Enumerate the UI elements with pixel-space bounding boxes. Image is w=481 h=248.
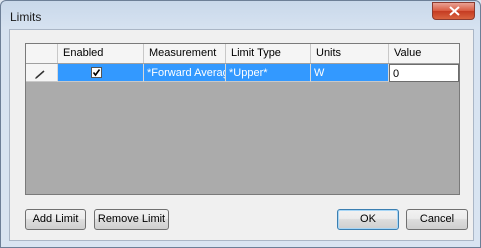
column-header-value[interactable]: Value xyxy=(389,44,459,63)
units-cell[interactable]: W xyxy=(311,64,389,82)
limits-grid[interactable]: Enabled Measurement Limit Type Units Val… xyxy=(25,43,460,195)
grid-header: Enabled Measurement Limit Type Units Val… xyxy=(26,44,459,64)
column-header-measurement[interactable]: Measurement xyxy=(144,44,226,63)
limit-type-cell[interactable]: *Upper* xyxy=(226,64,311,82)
cancel-button[interactable]: Cancel xyxy=(406,209,468,230)
close-icon xyxy=(449,6,460,16)
limits-dialog: Limits Enabled Measurement Limit Type Un… xyxy=(0,0,481,248)
row-header[interactable] xyxy=(26,64,58,82)
remove-limit-button[interactable]: Remove Limit xyxy=(94,209,169,230)
column-header-units[interactable]: Units xyxy=(311,44,389,63)
window-title: Limits xyxy=(10,10,42,24)
pencil-icon xyxy=(35,70,45,79)
checkmark-icon xyxy=(92,69,101,77)
measurement-cell[interactable]: *Forward Average* xyxy=(144,64,226,82)
title-bar[interactable]: Limits xyxy=(1,1,480,29)
table-row[interactable]: *Forward Average* *Upper* W 0 xyxy=(26,64,459,82)
column-header-enabled[interactable]: Enabled xyxy=(58,44,144,63)
row-header-column xyxy=(26,44,58,63)
enabled-checkbox[interactable] xyxy=(91,67,102,78)
enabled-cell[interactable] xyxy=(58,64,144,82)
column-header-limit-type[interactable]: Limit Type xyxy=(226,44,311,63)
close-button[interactable] xyxy=(432,2,475,20)
add-limit-button[interactable]: Add Limit xyxy=(25,209,86,230)
dialog-content: Enabled Measurement Limit Type Units Val… xyxy=(9,29,474,241)
ok-button[interactable]: OK xyxy=(337,209,399,230)
value-input[interactable]: 0 xyxy=(389,64,459,82)
